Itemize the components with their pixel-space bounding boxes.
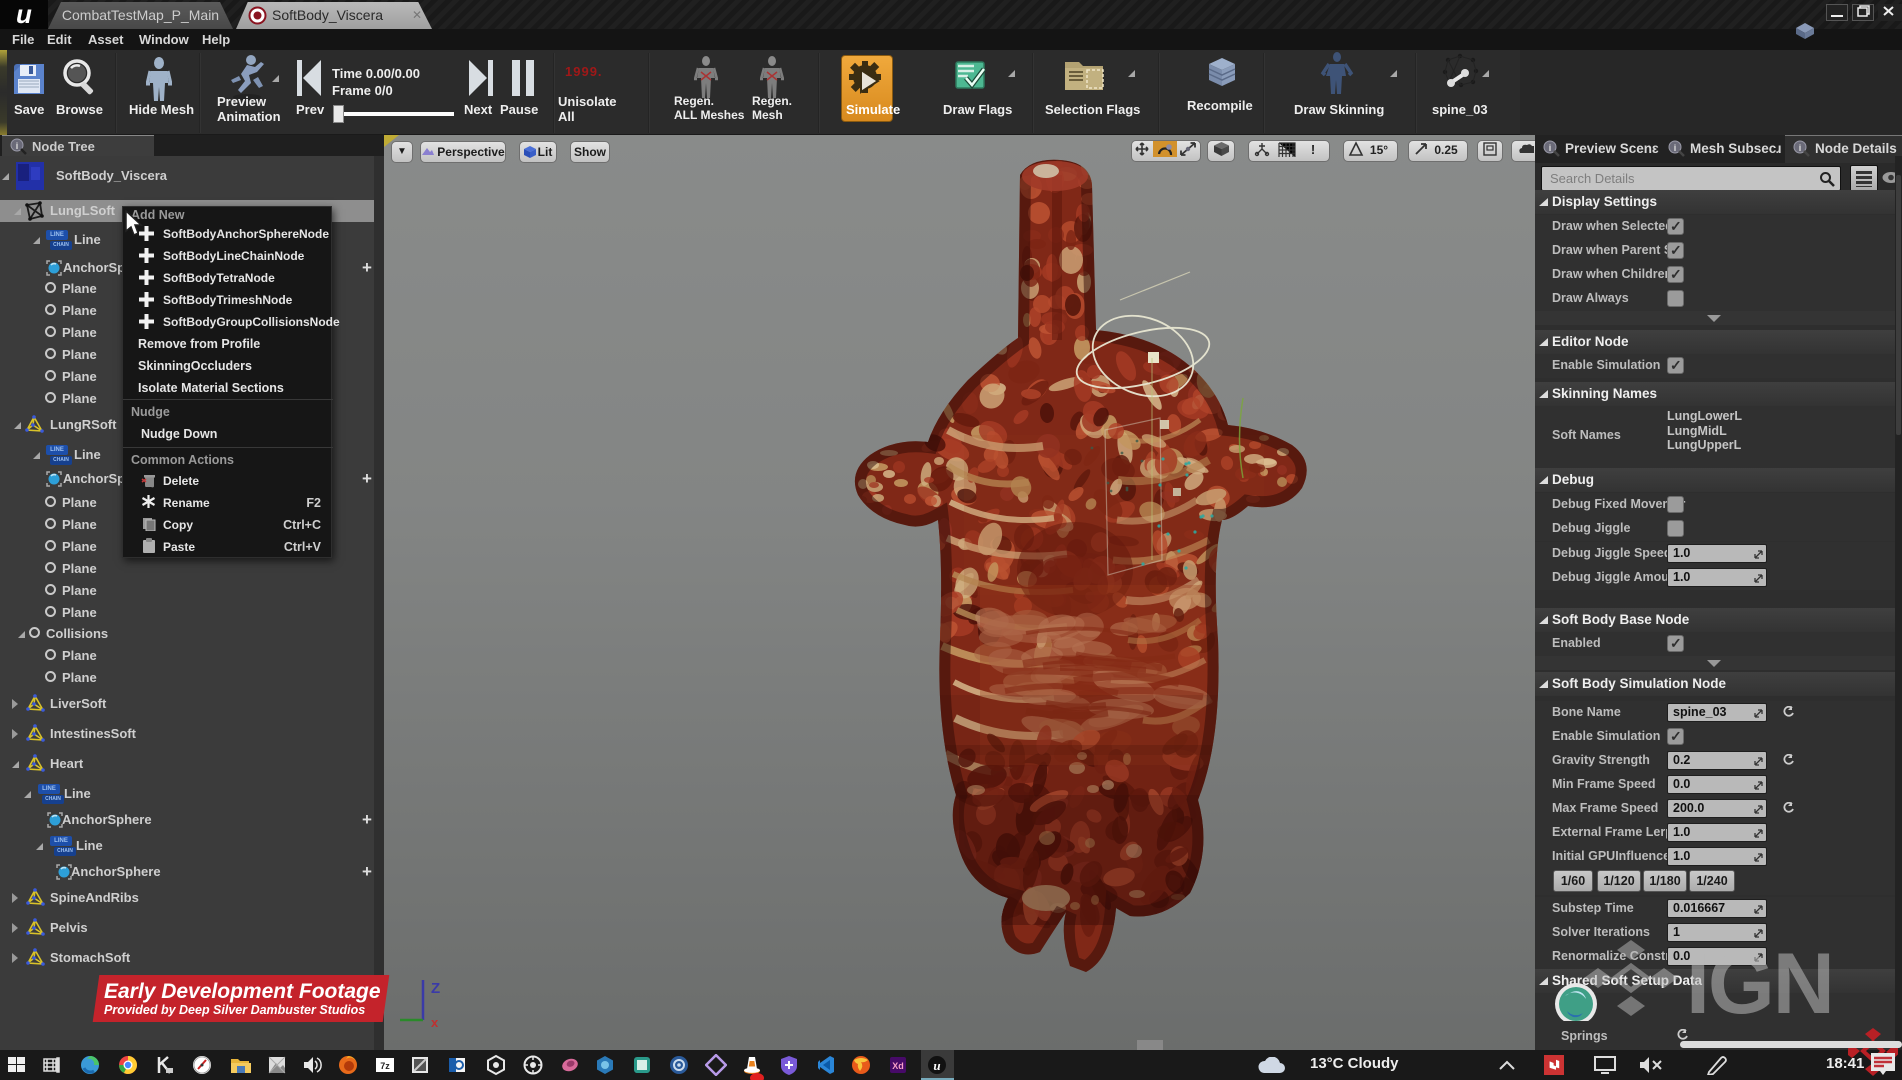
svg-text:Xd: Xd bbox=[892, 1061, 904, 1071]
svg-text:u: u bbox=[933, 1058, 940, 1073]
svg-text:i: i bbox=[1674, 143, 1677, 153]
svg-text:0.25: 0.25 bbox=[1434, 143, 1458, 157]
svg-text:7z: 7z bbox=[380, 1061, 390, 1071]
svg-text:15°: 15° bbox=[1370, 143, 1388, 157]
svg-text:!: ! bbox=[1311, 142, 1315, 157]
svg-text:Z: Z bbox=[431, 980, 440, 997]
svg-text:x: x bbox=[431, 1015, 439, 1030]
svg-text:i: i bbox=[16, 141, 19, 151]
svg-text:i: i bbox=[1549, 143, 1552, 153]
svg-text:i: i bbox=[1799, 143, 1802, 153]
